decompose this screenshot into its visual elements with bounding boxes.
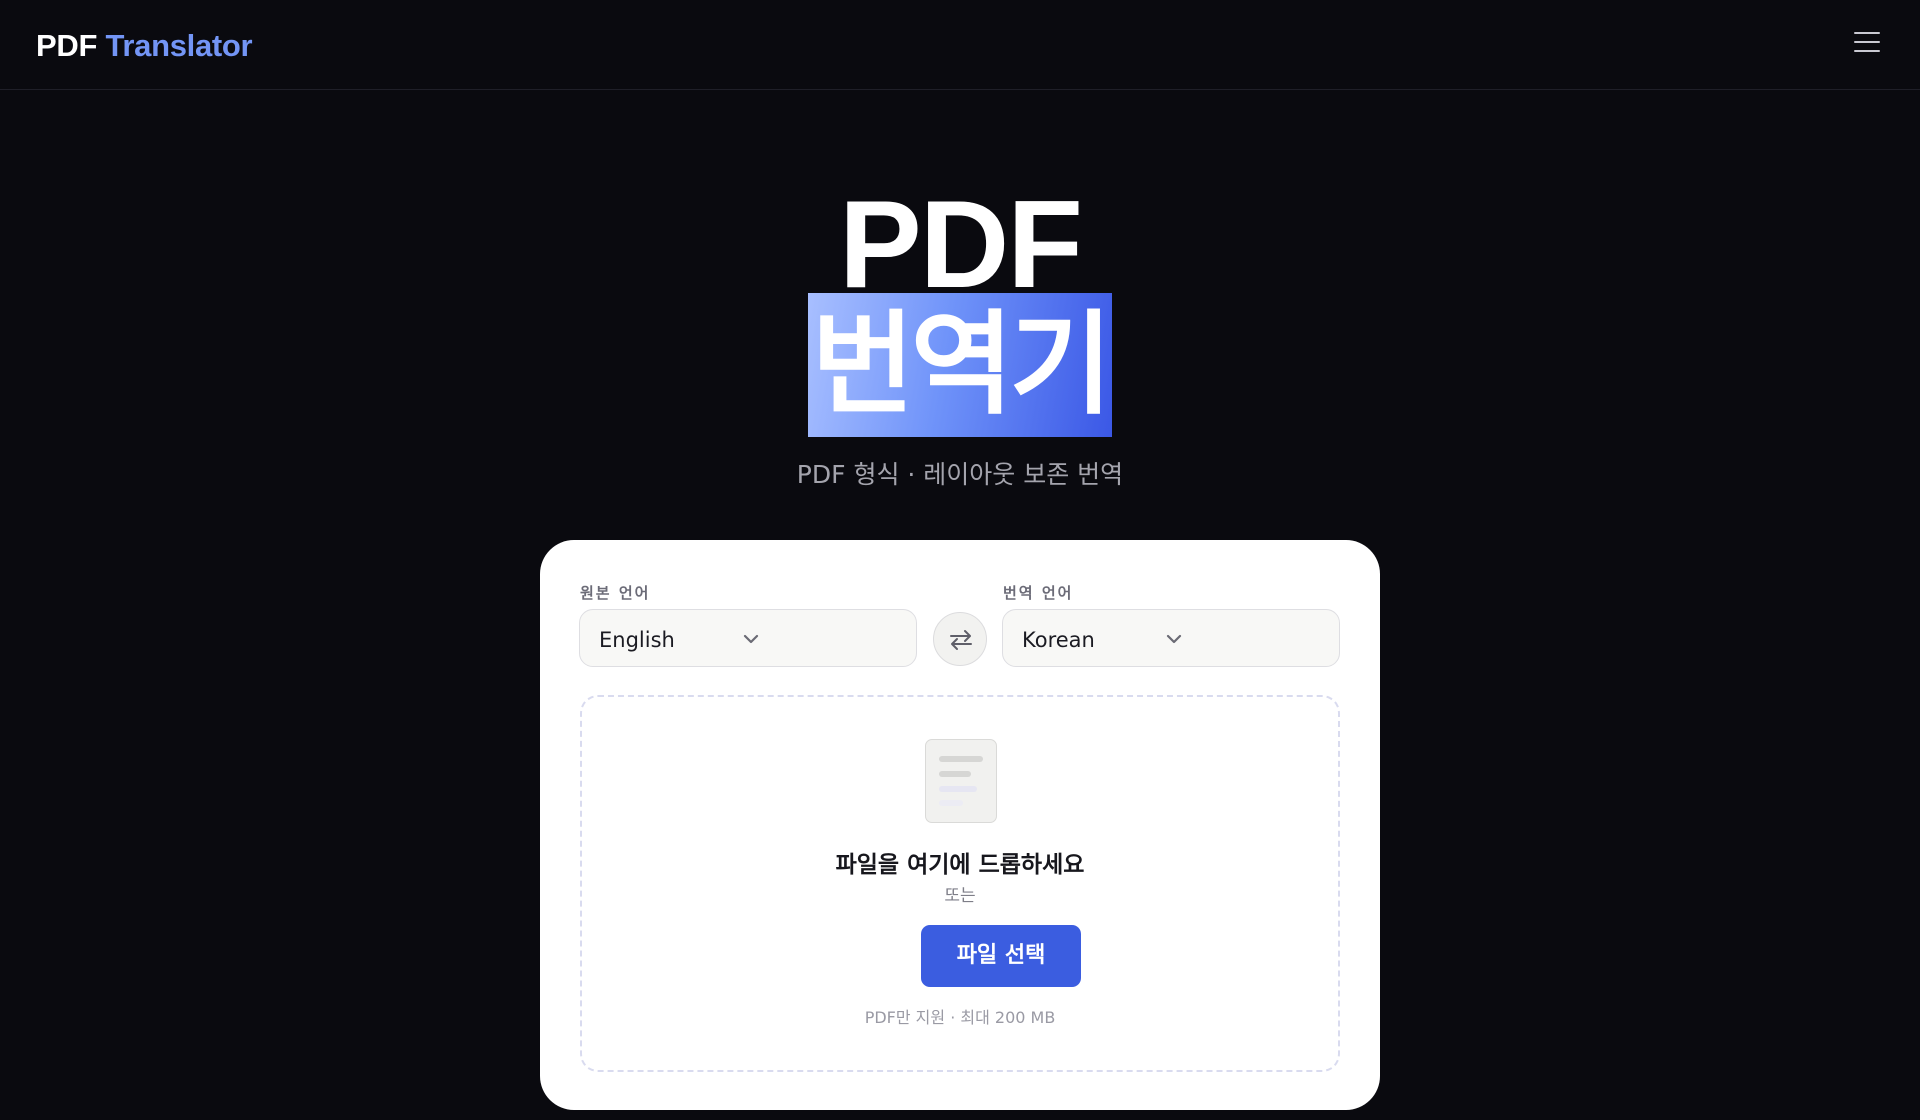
target-language-select[interactable]: Korean [1002, 609, 1340, 667]
hero-title-translator: 번역기 [811, 300, 1112, 430]
drop-title: 파일을 여기에 드롭하세요 [835, 852, 1085, 878]
hamburger-menu-icon[interactable] [1852, 30, 1882, 56]
hero-title-highlight: 번역기 [808, 293, 1113, 437]
document-icon [925, 739, 997, 823]
file-drop-zone[interactable]: 파일을 여기에 드롭하세요 또는 파일 선택 PDF만 지원 · 최대 200 … [580, 695, 1340, 1072]
upload-limit-note: PDF만 지원 · 최대 200 MB [864, 1008, 1056, 1027]
top-navigation-bar: PDF Translator [0, 0, 1920, 90]
source-language-value: English [599, 628, 675, 652]
target-language-label: 번역 언어 [1003, 584, 1074, 602]
hero-title-pdf: PDF [839, 176, 1083, 314]
swap-languages-button[interactable] [933, 612, 987, 666]
translator-card: 원본 언어 English 번역 언어 Korean 파일을 여기에 드롭하세요… [540, 540, 1380, 1110]
hero-subtitle: PDF 형식 · 레이아웃 보존 번역 [796, 460, 1124, 489]
choose-file-button[interactable]: 파일 선택 [921, 925, 1081, 987]
brand-logo[interactable]: PDF Translator [36, 28, 253, 64]
swap-arrows-icon [950, 630, 972, 650]
brand-pdf-text: PDF [36, 28, 98, 63]
source-language-label: 원본 언어 [580, 584, 651, 602]
source-language-select[interactable]: English [579, 609, 917, 667]
target-language-value: Korean [1022, 628, 1095, 652]
chevron-down-icon [743, 634, 759, 644]
chevron-down-icon [1166, 634, 1182, 644]
or-text: 또는 [944, 886, 976, 906]
brand-translator-text: Translator [105, 28, 253, 63]
